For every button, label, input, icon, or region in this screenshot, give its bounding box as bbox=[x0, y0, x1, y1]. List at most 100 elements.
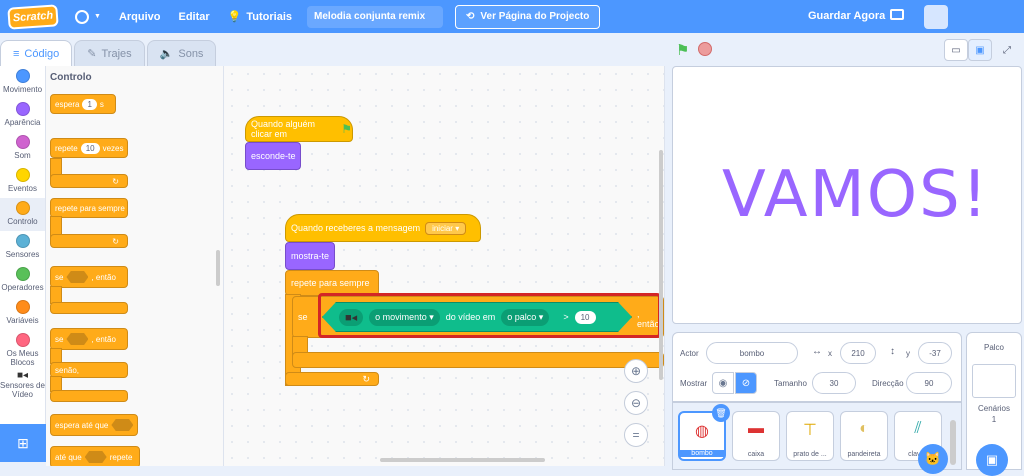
repeat-block-foot: ↻ bbox=[50, 174, 128, 188]
block-label: mostra-te bbox=[291, 251, 330, 261]
choose-backdrop-button[interactable]: ▣ bbox=[976, 444, 1008, 476]
block-label: repete bbox=[55, 143, 78, 153]
code-icon: ≡ bbox=[13, 47, 20, 60]
highlight-box bbox=[318, 293, 661, 338]
trash-icon: 🗑 bbox=[715, 407, 727, 418]
category-menu: Movimento Aparência Som Eventos Controlo… bbox=[0, 66, 46, 424]
control-dot-icon bbox=[15, 201, 30, 215]
category-label: Aparência bbox=[4, 118, 41, 127]
edit-menu[interactable]: Editar bbox=[170, 0, 219, 33]
wait-block[interactable]: espera 1 s bbox=[50, 94, 116, 114]
direction-input[interactable]: 90 bbox=[906, 372, 952, 394]
category-control[interactable]: Controlo bbox=[0, 198, 45, 231]
tambourine-icon: ◐ bbox=[859, 420, 869, 437]
category-label: Sensores bbox=[5, 250, 40, 259]
tutorials-menu[interactable]: 💡 Tutoriais bbox=[219, 0, 301, 33]
category-sound[interactable]: Som bbox=[0, 132, 45, 165]
tab-sounds[interactable]: 🔈 Sons bbox=[146, 40, 217, 66]
script-vertical-scrollbar[interactable] bbox=[659, 150, 663, 380]
hide-visible-button[interactable]: ⊘ bbox=[735, 372, 757, 394]
show-block[interactable]: mostra-te bbox=[285, 242, 335, 270]
block-label: até que bbox=[55, 452, 82, 462]
chevron-down-icon: ▼ bbox=[94, 13, 101, 20]
block-label: Quando receberes a mensagem bbox=[291, 223, 421, 233]
see-project-page-button[interactable]: ⟲ Ver Página do Projecto bbox=[455, 4, 601, 29]
y-arrows-icon: ↕ bbox=[890, 346, 895, 357]
block-label: Quando alguém clicar em bbox=[251, 119, 316, 139]
block-label: se bbox=[298, 312, 308, 322]
file-menu[interactable]: Arquivo bbox=[110, 0, 170, 33]
category-events[interactable]: Eventos bbox=[0, 165, 45, 198]
script-horizontal-scrollbar[interactable] bbox=[380, 458, 545, 462]
condition-slot bbox=[66, 333, 89, 345]
language-menu[interactable]: ▼ bbox=[66, 0, 110, 33]
my-blocks-dot-icon bbox=[15, 333, 30, 347]
image-plus-icon: ▣ bbox=[985, 452, 999, 467]
category-sensing[interactable]: Sensores bbox=[0, 231, 45, 264]
repeat-block[interactable]: repete 10 vezes bbox=[50, 138, 128, 158]
forever-foot: ↻ bbox=[285, 372, 379, 386]
zoom-out-button[interactable]: ⊖ bbox=[624, 391, 648, 415]
delete-sprite-button[interactable]: 🗑 bbox=[712, 404, 730, 422]
sprite-thumb-caixa[interactable]: ▬ caixa bbox=[732, 411, 780, 461]
scratch-logo[interactable]: Scratch bbox=[7, 3, 59, 30]
stage-panel-title: Palco bbox=[983, 343, 1004, 352]
category-motion[interactable]: Movimento bbox=[0, 66, 45, 99]
tab-code[interactable]: ≡ Código bbox=[0, 40, 73, 66]
category-my-blocks[interactable]: Os Meus Blocos bbox=[0, 330, 45, 367]
when-i-receive-block[interactable]: Quando receberes a mensagem iniciar ▾ bbox=[285, 214, 481, 242]
forever-block[interactable]: repete para sempre bbox=[50, 198, 128, 218]
category-video-sensing[interactable]: ■◂ Sensores de Vídeo bbox=[0, 367, 45, 407]
sprite-thumb-pandeireta[interactable]: ◐ pandeireta bbox=[840, 411, 888, 461]
hide-block[interactable]: esconde-te bbox=[245, 142, 301, 170]
avatar[interactable] bbox=[924, 5, 948, 29]
save-now-button[interactable]: Guardar Agora bbox=[808, 0, 885, 33]
x-input[interactable]: 210 bbox=[840, 342, 876, 364]
repeat-until-block[interactable]: até que repete bbox=[50, 446, 140, 466]
small-stage-icon: ▭ bbox=[951, 44, 961, 56]
backdrop-thumbnail[interactable] bbox=[972, 364, 1016, 398]
sprite-thumb-prato[interactable]: ⊤ prato de ... bbox=[786, 411, 834, 461]
block-label: repete bbox=[109, 452, 133, 462]
block-label: s bbox=[99, 99, 104, 109]
stop-button[interactable] bbox=[698, 42, 712, 56]
zoom-in-button[interactable]: ⊕ bbox=[624, 359, 648, 383]
category-looks[interactable]: Aparência bbox=[0, 99, 45, 132]
size-input[interactable]: 30 bbox=[812, 372, 856, 394]
forever-block-foot: ↻ bbox=[50, 234, 128, 248]
wait-until-block[interactable]: espera até que bbox=[50, 414, 138, 436]
folder-icon[interactable] bbox=[890, 9, 904, 20]
eye-icon: ◉ bbox=[718, 377, 728, 389]
if-then-block[interactable]: se , então bbox=[50, 266, 128, 288]
block-label: repete para sempre bbox=[291, 278, 370, 288]
zoom-reset-button[interactable]: = bbox=[624, 423, 648, 447]
block-input[interactable]: 10 bbox=[80, 142, 100, 154]
fullscreen-button[interactable]: ⤢ bbox=[995, 39, 1019, 61]
sprite-list-scrollbar[interactable] bbox=[950, 420, 956, 465]
green-flag-icon: ⚑ bbox=[676, 42, 690, 59]
cymbal-icon: ⊤ bbox=[803, 422, 817, 439]
green-flag-icon: ⚑ bbox=[341, 122, 352, 136]
y-input[interactable]: -37 bbox=[918, 342, 952, 364]
when-flag-clicked-block[interactable]: Quando alguém clicar em ⚑ bbox=[245, 116, 353, 142]
tab-costumes[interactable]: ✎ Trajes bbox=[74, 40, 145, 66]
green-flag-button[interactable]: ⚑ bbox=[676, 41, 689, 59]
category-variables[interactable]: Variáveis bbox=[0, 297, 45, 330]
message-dropdown[interactable]: iniciar ▾ bbox=[425, 221, 467, 235]
video-camera-icon: ■◂ bbox=[16, 370, 29, 381]
add-extension-button[interactable]: ⊞ bbox=[0, 424, 46, 462]
globe-icon bbox=[75, 9, 89, 24]
if-foot bbox=[292, 352, 664, 368]
show-visible-button[interactable]: ◉ bbox=[712, 372, 734, 394]
if-else-block[interactable]: se , então bbox=[50, 328, 128, 350]
block-input[interactable]: 1 bbox=[82, 98, 97, 110]
project-title-input[interactable]: Melodia conjunta remix bbox=[307, 5, 444, 28]
sprite-name-input[interactable]: bombo bbox=[706, 342, 798, 364]
normal-stage-button[interactable]: ▣ bbox=[968, 39, 992, 61]
tutorials-label: Tutoriais bbox=[246, 10, 293, 23]
category-operators[interactable]: Operadores bbox=[0, 264, 45, 297]
loop-arrow-icon: ↻ bbox=[362, 373, 370, 384]
x-arrows-icon: ↔ bbox=[812, 346, 822, 357]
palette-scrollbar[interactable] bbox=[216, 250, 220, 286]
small-stage-button[interactable]: ▭ bbox=[944, 39, 968, 61]
